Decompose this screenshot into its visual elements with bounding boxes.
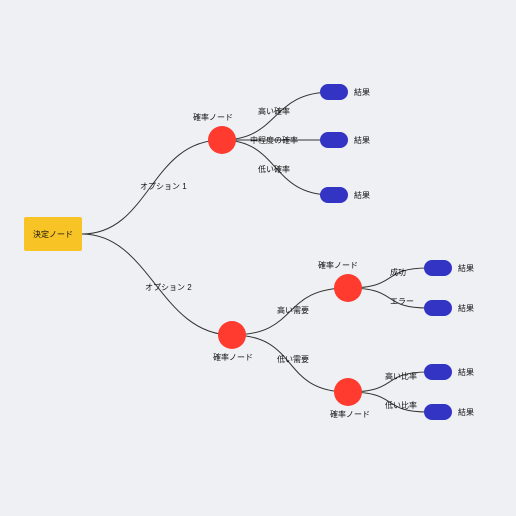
outcome-label-1: 結果 [354,87,370,97]
outcome-node-4[interactable] [424,260,452,276]
outcome-label-5: 結果 [458,303,474,313]
chance-node-4[interactable] [334,378,362,406]
decision-tree-canvas: オプション 1 オプション 2 高い確率 中程度の確率 低い確率 高い需要 低い… [0,0,516,516]
edge-label-opt2: オプション 2 [145,283,192,292]
edge-label-high-demand: 高い需要 [277,305,309,315]
outcome-label-3: 結果 [354,190,370,200]
chance-node-2-label: 確率ノード [213,352,253,362]
chance-node-1-label: 確率ノード [193,112,233,122]
outcome-label-6: 結果 [458,367,474,377]
chance-node-3[interactable] [334,274,362,302]
decision-node-label: 決定ノード [33,229,73,239]
outcome-node-6[interactable] [424,364,452,380]
outcome-node-5[interactable] [424,300,452,316]
outcome-label-7: 結果 [458,407,474,417]
chance-node-3-label: 確率ノード [318,260,358,270]
edge-label-error: エラー [390,297,414,306]
chance-node-4-label: 確率ノード [330,409,370,419]
edge-high-prob [222,92,332,140]
edge-label-mid-prob: 中程度の確率 [250,135,298,145]
edge-label-high-ratio: 高い比率 [385,371,417,381]
edge-label-low-ratio: 低い比率 [385,400,417,410]
outcome-node-2[interactable] [320,132,348,148]
edge-label-low-demand: 低い需要 [277,354,309,364]
edge-label-opt1: オプション 1 [140,182,187,191]
edge-label-high-prob: 高い確率 [258,106,290,116]
outcome-label-4: 結果 [458,263,474,273]
edge-label-low-prob: 低い確率 [258,164,290,174]
outcome-node-1[interactable] [320,84,348,100]
outcome-node-3[interactable] [320,187,348,203]
chance-node-2[interactable] [218,321,246,349]
outcome-node-7[interactable] [424,404,452,420]
chance-node-1[interactable] [208,126,236,154]
edge-label-success: 成功 [390,267,406,277]
outcome-label-2: 結果 [354,135,370,145]
